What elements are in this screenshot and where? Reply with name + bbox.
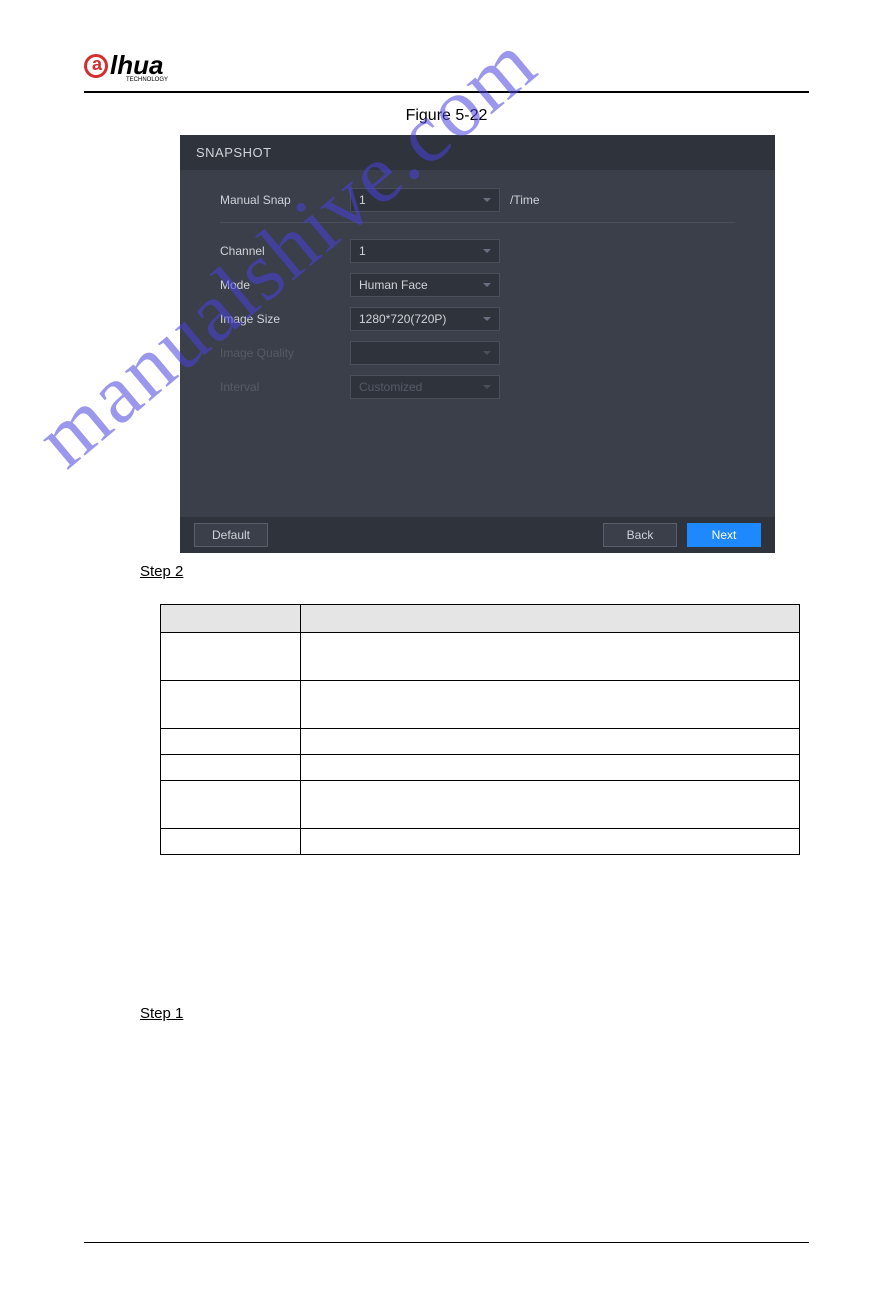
snapshot-footer: Default Back Next (180, 517, 775, 553)
back-button[interactable]: Back (603, 523, 677, 547)
next-button[interactable]: Next (687, 523, 761, 547)
logo-mark-icon (84, 54, 108, 78)
select-image-size-value: 1280*720(720P) (359, 312, 446, 326)
snapshot-panel: SNAPSHOT Manual Snap 1 /Time Channel 1 (180, 135, 775, 553)
select-mode[interactable]: Human Face (350, 273, 500, 297)
table-header-desc (301, 604, 800, 632)
table-row (161, 828, 800, 854)
select-mode-value: Human Face (359, 278, 428, 292)
logo-region: lhua TECHNOLOGY (84, 50, 809, 83)
label-mode: Mode (220, 278, 350, 292)
step-2-label: Step 2 (140, 563, 809, 580)
row-image-quality: Image Quality (220, 341, 735, 365)
table-row (161, 754, 800, 780)
step-1-label: Step 1 (140, 1005, 809, 1022)
table-row (161, 728, 800, 754)
select-image-size[interactable]: 1280*720(720P) (350, 307, 500, 331)
suffix-manual-snap: /Time (510, 193, 540, 207)
default-button[interactable]: Default (194, 523, 268, 547)
label-image-size: Image Size (220, 312, 350, 326)
snapshot-title: SNAPSHOT (180, 135, 775, 170)
snapshot-divider (220, 222, 735, 223)
label-channel: Channel (220, 244, 350, 258)
table-row (161, 780, 800, 828)
row-channel: Channel 1 (220, 239, 735, 263)
label-interval: Interval (220, 380, 350, 394)
row-mode: Mode Human Face (220, 273, 735, 297)
parameters-table (160, 604, 800, 855)
select-interval-value: Customized (359, 380, 422, 394)
select-channel[interactable]: 1 (350, 239, 500, 263)
snapshot-body: Manual Snap 1 /Time Channel 1 Mode Human (180, 170, 775, 399)
row-image-size: Image Size 1280*720(720P) (220, 307, 735, 331)
logo-subtext: TECHNOLOGY (126, 77, 809, 83)
chevron-down-icon (483, 198, 491, 202)
chevron-down-icon (483, 351, 491, 355)
chevron-down-icon (483, 317, 491, 321)
footer-divider (84, 1242, 809, 1243)
table-row (161, 680, 800, 728)
chevron-down-icon (483, 283, 491, 287)
select-interval[interactable]: Customized (350, 375, 500, 399)
label-manual-snap: Manual Snap (220, 193, 350, 207)
select-image-quality[interactable] (350, 341, 500, 365)
label-image-quality: Image Quality (220, 346, 350, 360)
table-header-param (161, 604, 301, 632)
figure-caption: Figure 5-22 (84, 107, 809, 125)
table-row (161, 632, 800, 680)
select-manual-snap[interactable]: 1 (350, 188, 500, 212)
chevron-down-icon (483, 249, 491, 253)
chevron-down-icon (483, 385, 491, 389)
select-channel-value: 1 (359, 244, 366, 258)
select-manual-snap-value: 1 (359, 193, 366, 207)
row-manual-snap: Manual Snap 1 /Time (220, 188, 735, 212)
header-divider (84, 91, 809, 93)
row-interval: Interval Customized (220, 375, 735, 399)
